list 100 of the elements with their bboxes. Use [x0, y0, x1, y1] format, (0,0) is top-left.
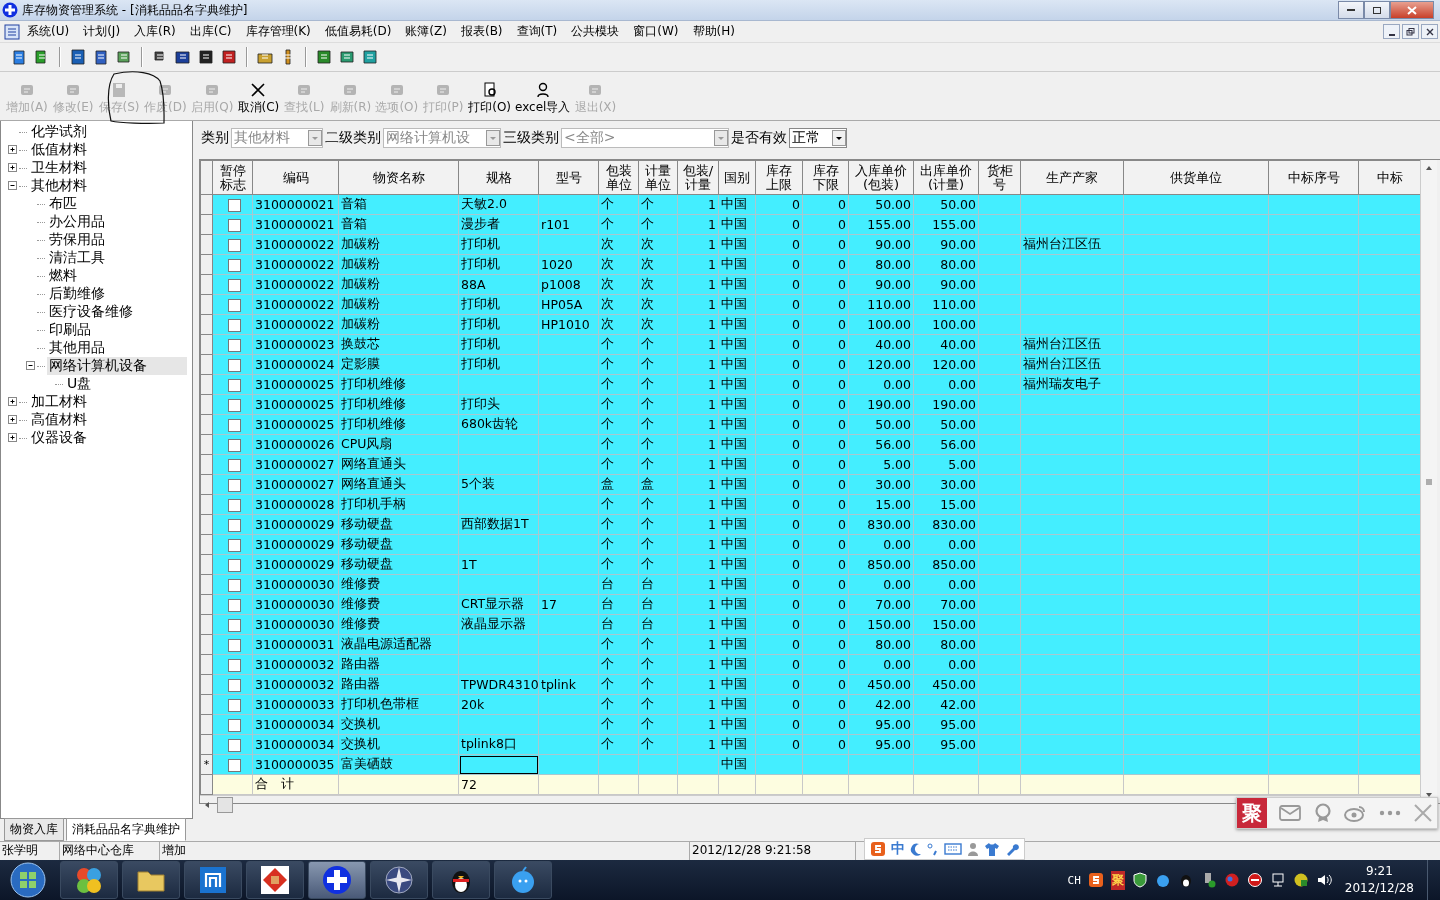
tree-item[interactable]: 后勤维修: [47, 285, 107, 303]
checkbox[interactable]: [228, 279, 241, 292]
language-indicator[interactable]: CH: [1067, 873, 1081, 887]
checkbox[interactable]: [228, 419, 241, 432]
input-mode[interactable]: 中: [891, 840, 905, 858]
menu-item[interactable]: 帮助(H): [685, 23, 742, 40]
tree-item[interactable]: 劳保用品: [47, 231, 107, 249]
checkbox[interactable]: [228, 259, 241, 272]
app-badge[interactable]: 聚: [1237, 798, 1267, 828]
taskbar-app[interactable]: [60, 861, 118, 899]
tree-item[interactable]: 印刷品: [47, 321, 93, 339]
checkbox[interactable]: [228, 639, 241, 652]
checkbox[interactable]: [228, 339, 241, 352]
clock-time[interactable]: 9:21: [1365, 863, 1393, 880]
close-button[interactable]: [1390, 1, 1434, 19]
punctuation-icon[interactable]: [927, 842, 939, 856]
taskbar-app[interactable]: [432, 861, 490, 899]
minimize-button[interactable]: [1383, 24, 1400, 39]
checkbox[interactable]: [228, 699, 241, 712]
wrench-icon[interactable]: [1005, 842, 1019, 856]
menu-item[interactable]: 报表(B): [453, 23, 510, 40]
tree-item[interactable]: 卫生材料: [29, 159, 89, 177]
checkbox[interactable]: [228, 659, 241, 672]
checkbox[interactable]: [228, 499, 241, 512]
weibo-icon[interactable]: [1344, 804, 1367, 822]
taskbar-app[interactable]: [184, 861, 242, 899]
moon-icon[interactable]: [910, 842, 922, 856]
checkbox[interactable]: [228, 239, 241, 252]
menu-item[interactable]: 库存管理(K): [238, 23, 318, 40]
tree-item[interactable]: 其他用品: [47, 339, 107, 357]
checkbox[interactable]: [228, 219, 241, 232]
tree-item[interactable]: 高值材料: [29, 411, 89, 429]
shield-icon[interactable]: [1131, 872, 1148, 888]
tree-item[interactable]: 仪器设备: [29, 429, 89, 447]
tab[interactable]: 消耗品品名字典维护: [66, 818, 186, 841]
s-logo-icon[interactable]: [1087, 872, 1104, 888]
tree-item[interactable]: 化学试剂: [29, 123, 89, 141]
checkbox[interactable]: [228, 539, 241, 552]
badge-icon[interactable]: [1313, 803, 1332, 823]
menu-item[interactable]: 查询(T): [509, 23, 565, 40]
taskbar-app[interactable]: [246, 861, 304, 899]
tray-badge[interactable]: 聚: [1110, 870, 1125, 890]
tree-item[interactable]: U盘: [65, 375, 94, 393]
checkbox[interactable]: [228, 719, 241, 732]
menu-item[interactable]: 低值易耗(D): [317, 23, 399, 40]
taskbar-app[interactable]: [308, 861, 366, 899]
checkbox[interactable]: [228, 579, 241, 592]
checkbox[interactable]: [228, 199, 241, 212]
menu-item[interactable]: 计划(J): [76, 23, 128, 40]
checkbox[interactable]: [228, 359, 241, 372]
tree-item[interactable]: 网络计算机设备: [47, 357, 187, 375]
checkbox[interactable]: [228, 479, 241, 492]
checkbox[interactable]: [228, 559, 241, 572]
toolbar-button[interactable]: 取消(C): [235, 82, 282, 116]
tree-item[interactable]: 办公用品: [47, 213, 107, 231]
checkbox[interactable]: [228, 759, 241, 772]
checkbox[interactable]: [228, 599, 241, 612]
speaker-icon[interactable]: [1315, 872, 1332, 888]
toolbar-button[interactable]: 打印(O): [466, 82, 514, 116]
tree-item[interactable]: 清洁工具: [47, 249, 107, 267]
tree-item[interactable]: 低值材料: [29, 141, 89, 159]
mail-icon[interactable]: [1279, 804, 1302, 822]
tree-item[interactable]: 其他材料: [29, 177, 89, 195]
toolbar-button[interactable]: excel导入: [513, 82, 573, 116]
checkbox[interactable]: [228, 299, 241, 312]
menu-item[interactable]: 出库(C): [182, 23, 239, 40]
tree-item[interactable]: 医疗设备维修: [47, 303, 135, 321]
menu-item[interactable]: 系统(U): [20, 23, 77, 40]
maximize-button[interactable]: [1364, 1, 1390, 19]
checkbox[interactable]: [228, 459, 241, 472]
start-button[interactable]: [8, 860, 48, 900]
tree-item[interactable]: 加工材料: [29, 393, 89, 411]
checkbox[interactable]: [228, 519, 241, 532]
menu-item[interactable]: 账簿(Z): [398, 23, 454, 40]
app-menu-icon[interactable]: [4, 23, 20, 40]
checkbox[interactable]: [228, 619, 241, 632]
checkbox[interactable]: [228, 439, 241, 452]
minimize-button[interactable]: [1338, 1, 1364, 19]
menu-item[interactable]: 入库(R): [127, 23, 183, 40]
menu-item[interactable]: 窗口(W): [626, 23, 686, 40]
checkbox[interactable]: [228, 679, 241, 692]
tree-item[interactable]: 布匹: [47, 195, 79, 213]
tab[interactable]: 物资入库: [4, 818, 64, 841]
menu-item[interactable]: 公共模块: [564, 23, 627, 40]
shirt-icon[interactable]: [984, 842, 1000, 856]
checkbox[interactable]: [228, 379, 241, 392]
taskbar-app[interactable]: [370, 861, 428, 899]
network-icon[interactable]: [1269, 872, 1286, 888]
grip-icon[interactable]: [1424, 476, 1434, 487]
taskbar-app[interactable]: [122, 861, 180, 899]
close-button[interactable]: [1421, 24, 1438, 39]
person-icon[interactable]: [967, 842, 979, 856]
keyboard-icon[interactable]: [944, 843, 962, 855]
checkbox[interactable]: [228, 739, 241, 752]
checkbox[interactable]: [228, 399, 241, 412]
tree-item[interactable]: 燃料: [47, 267, 79, 285]
dropdown[interactable]: 正常: [789, 128, 847, 148]
more-icon[interactable]: [1378, 809, 1401, 817]
restore-button[interactable]: [1402, 24, 1419, 39]
clock-date[interactable]: 2012/12/28: [1344, 880, 1414, 897]
